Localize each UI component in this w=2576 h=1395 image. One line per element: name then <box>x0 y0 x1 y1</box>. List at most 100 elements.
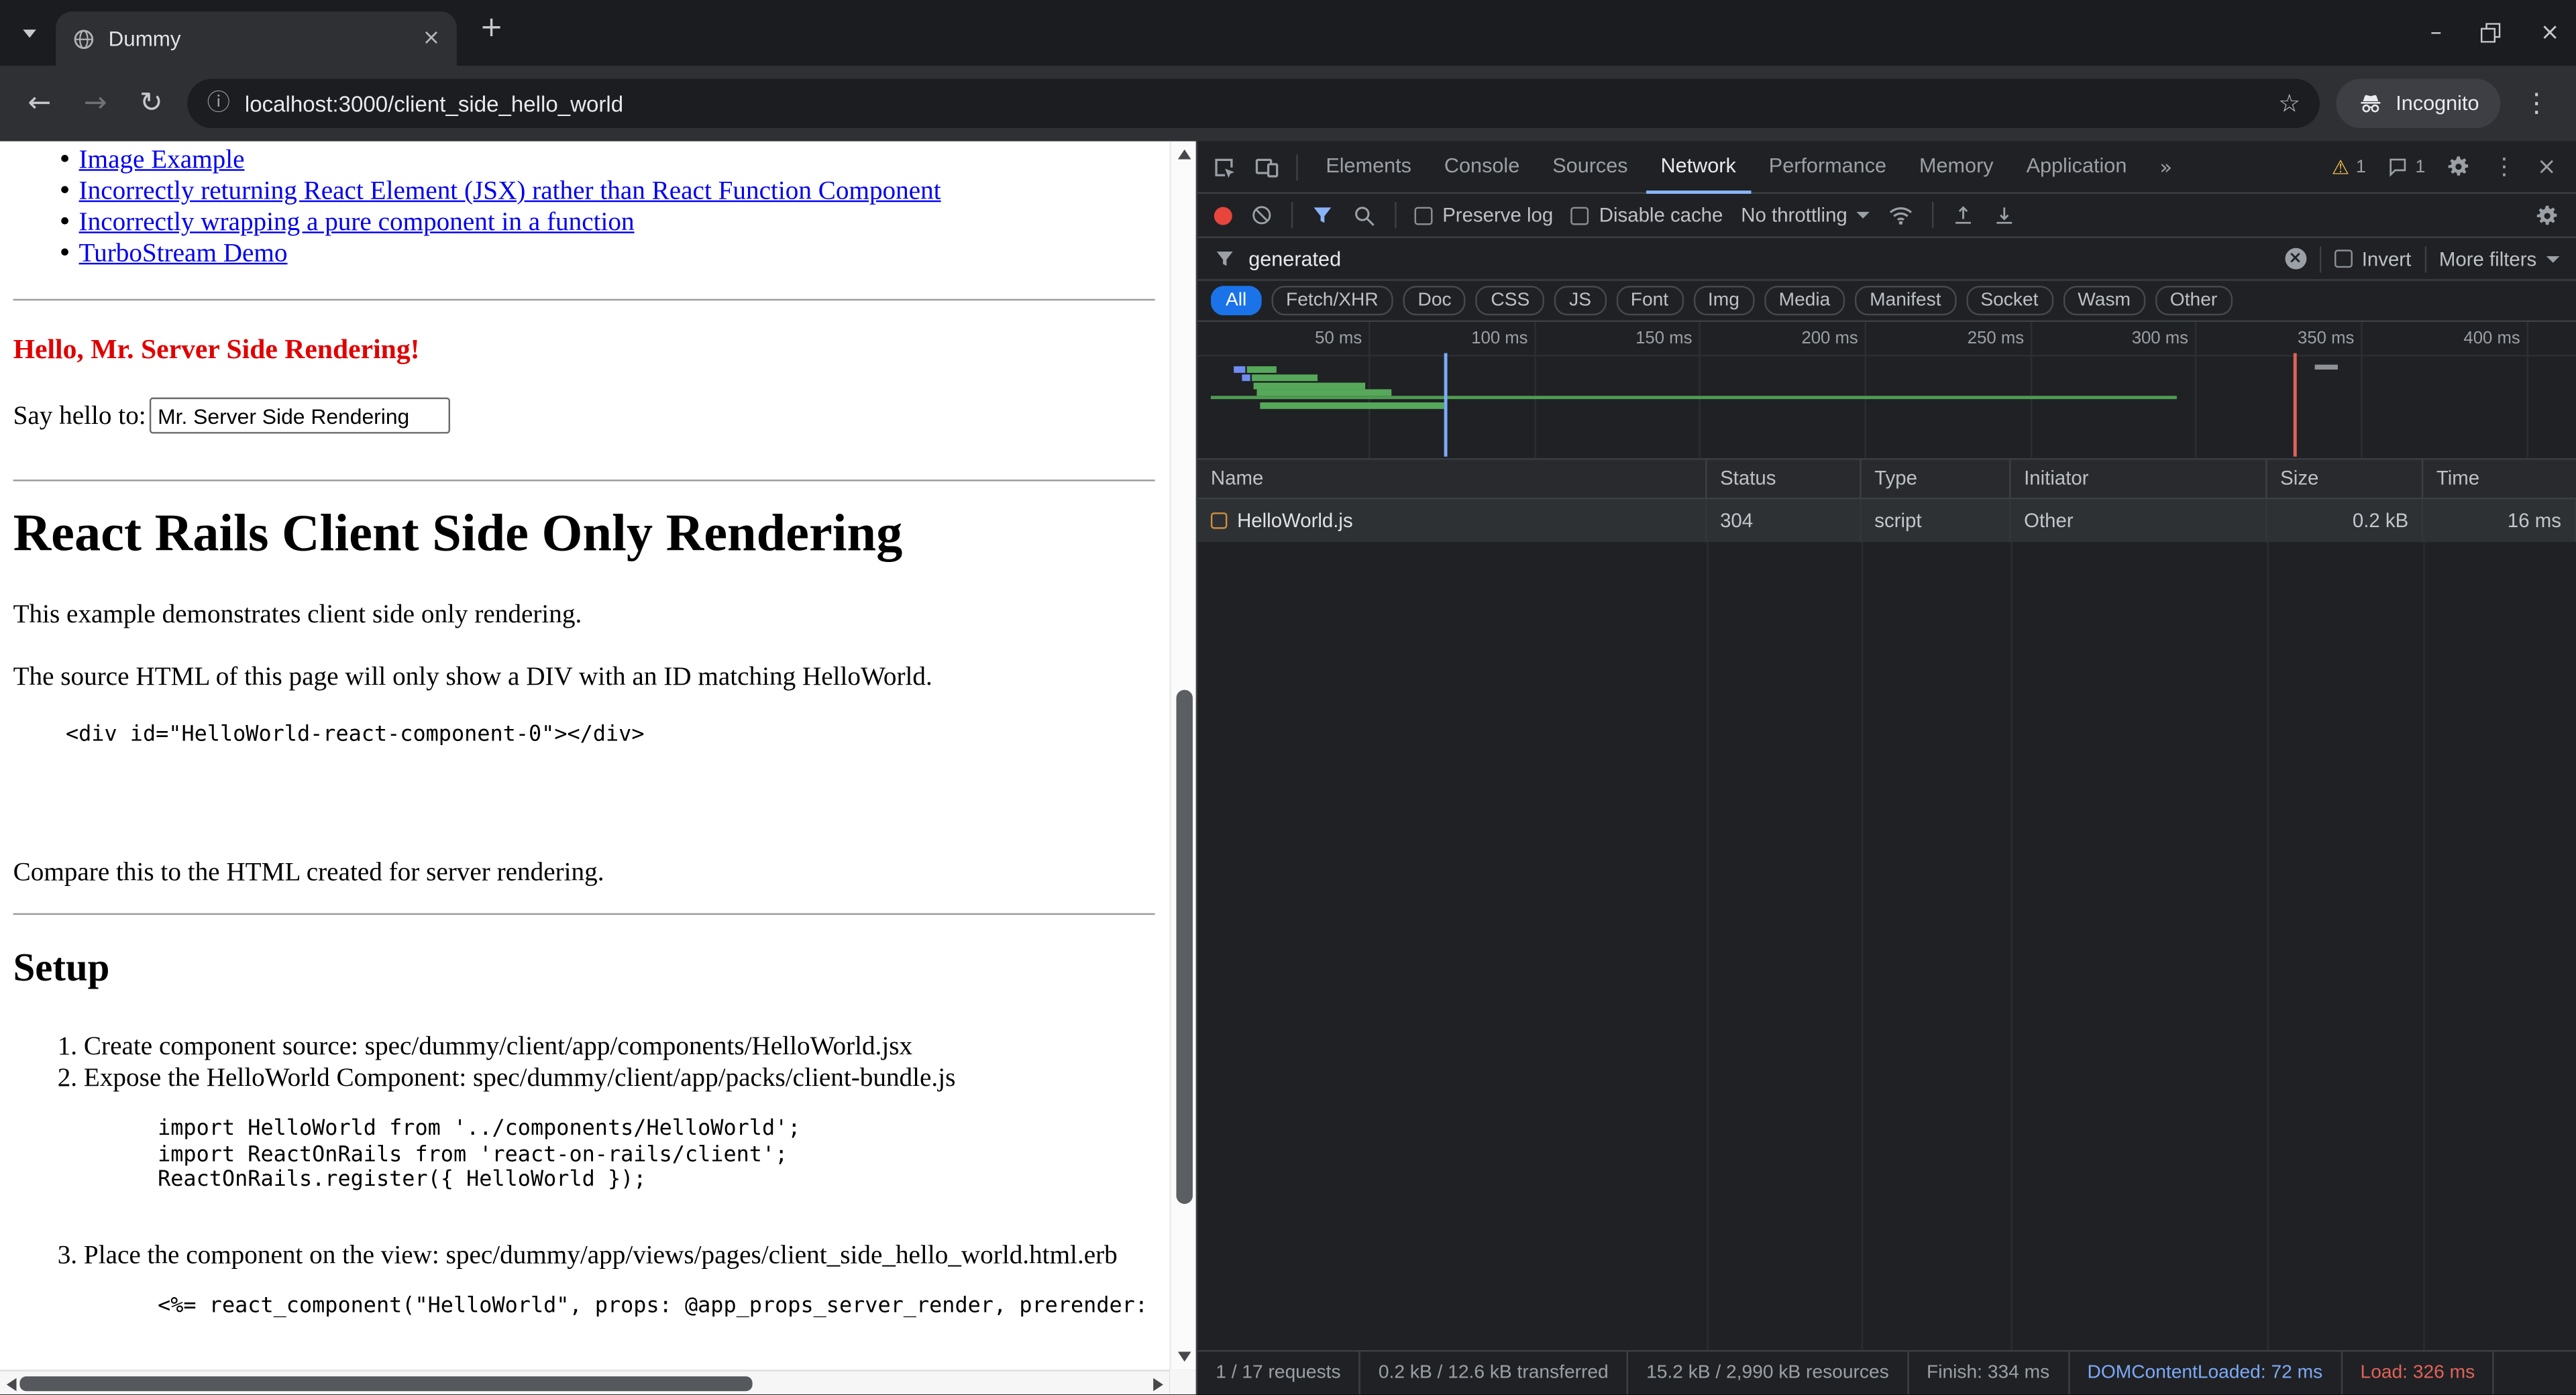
back-button[interactable]: ← <box>19 89 59 117</box>
incognito-icon <box>2358 91 2384 117</box>
page-link[interactable]: Incorrectly returning React Element (JSX… <box>79 177 941 207</box>
scroll-left-arrow[interactable] <box>7 1378 17 1392</box>
request-status: 304 <box>1707 499 1861 542</box>
network-settings-button[interactable] <box>2535 203 2560 227</box>
filter-chip-css[interactable]: CSS <box>1476 286 1544 315</box>
filter-chip-manifest[interactable]: Manifest <box>1855 286 1956 315</box>
waterfall-bar <box>1234 366 1245 373</box>
warning-badge[interactable]: ⚠ 1 <box>2332 157 2366 176</box>
device-toolbar-button[interactable] <box>1254 154 1280 180</box>
requests-table-header: Name Status Type Initiator Size Time <box>1197 460 2576 500</box>
tab-close-button[interactable]: × <box>423 28 441 50</box>
filter-chip-img[interactable]: Img <box>1693 286 1754 315</box>
horizontal-scrollbar-thumb[interactable] <box>19 1376 752 1391</box>
column-header-initiator[interactable]: Initiator <box>2011 459 2267 498</box>
devtools-settings-button[interactable] <box>2447 154 2471 179</box>
network-conditions-button[interactable] <box>1888 202 1915 228</box>
inspect-element-button[interactable] <box>1211 154 1237 180</box>
tab-console[interactable]: Console <box>1430 140 1534 192</box>
page-info-icon[interactable]: ⓘ <box>207 92 230 115</box>
address-bar[interactable]: ⓘ localhost:3000/client_side_hello_world… <box>187 79 2320 128</box>
more-tabs-button[interactable]: » <box>2145 140 2187 192</box>
filter-chip-socket[interactable]: Socket <box>1966 286 2053 315</box>
domcontentloaded-time: DOMContentLoaded: 72 ms <box>2070 1352 2343 1395</box>
waterfall-bar <box>1252 374 1318 381</box>
paragraph: The source HTML of this page will only s… <box>13 663 932 693</box>
scroll-up-arrow[interactable] <box>1178 150 1191 160</box>
list-bullet: • <box>58 210 72 235</box>
filter-funnel-icon <box>1214 248 1236 270</box>
restore-button[interactable] <box>2481 23 2501 42</box>
column-header-time[interactable]: Time <box>2423 459 2576 498</box>
clear-button[interactable] <box>1250 204 1273 227</box>
incognito-label: Incognito <box>2396 92 2479 115</box>
record-button[interactable] <box>1214 206 1232 224</box>
page-link[interactable]: Incorrectly wrapping a pure component in… <box>79 209 635 238</box>
vertical-scrollbar[interactable] <box>1170 142 1196 1370</box>
scroll-down-arrow[interactable] <box>1178 1352 1191 1362</box>
checkbox-icon <box>1415 206 1433 224</box>
filter-chip-other[interactable]: Other <box>2155 286 2233 315</box>
column-header-name[interactable]: Name <box>1197 459 1707 498</box>
web-page: • Image Example • Incorrectly returning … <box>0 142 1170 1370</box>
network-request-row[interactable]: HelloWorld.js 304 script Other 0.2 kB 16… <box>1197 499 2576 542</box>
load-time: Load: 326 ms <box>2343 1352 2495 1395</box>
import-har-button[interactable] <box>1952 204 1975 227</box>
reload-button[interactable]: ↻ <box>131 89 171 117</box>
filter-chip-js[interactable]: JS <box>1554 286 1606 315</box>
scroll-right-arrow[interactable] <box>1153 1378 1163 1392</box>
bookmark-star-icon[interactable]: ☆ <box>2278 91 2300 116</box>
say-hello-input[interactable] <box>150 398 450 434</box>
throttling-select[interactable]: No throttling <box>1741 204 1870 227</box>
network-overview-waterfall[interactable]: 50 ms 100 ms 150 ms 200 ms 250 ms 300 ms… <box>1197 322 2576 460</box>
window-close-button[interactable]: × <box>2540 21 2560 44</box>
filter-chip-font[interactable]: Font <box>1616 286 1683 315</box>
filter-input[interactable]: generated × <box>1248 242 2306 275</box>
preserve-log-checkbox[interactable]: Preserve log <box>1415 204 1554 227</box>
tab-search-button[interactable] <box>13 16 46 49</box>
filter-clear-button[interactable]: × <box>2285 248 2306 270</box>
filter-toggle-button[interactable] <box>1311 204 1334 227</box>
requests-summary: 1 / 17 requests <box>1197 1352 1360 1395</box>
waterfall-bar <box>1256 389 1391 396</box>
setup-step: 3. Place the component on the view: spec… <box>54 1241 1118 1271</box>
browser-tab[interactable]: Dummy × <box>56 11 457 66</box>
column-header-size[interactable]: Size <box>2267 459 2424 498</box>
page-link[interactable]: TurboStream Demo <box>79 240 288 270</box>
devtools-menu-button[interactable]: ⋮ <box>2493 155 2516 178</box>
tab-memory[interactable]: Memory <box>1904 140 2008 192</box>
chevron-down-icon <box>1857 212 1870 219</box>
browser-menu-button[interactable]: ⋮ <box>2517 91 2557 117</box>
tab-sources[interactable]: Sources <box>1538 140 1642 192</box>
devtools-close-button[interactable]: × <box>2537 155 2557 178</box>
filter-chip-doc[interactable]: Doc <box>1403 286 1466 315</box>
divider <box>2424 245 2426 272</box>
tab-network[interactable]: Network <box>1646 140 1750 192</box>
filter-chip-media[interactable]: Media <box>1764 286 1845 315</box>
column-divider <box>1707 499 1708 1350</box>
vertical-scrollbar-thumb[interactable] <box>1176 690 1192 1205</box>
search-icon[interactable] <box>1352 203 1377 227</box>
minimize-button[interactable]: – <box>2430 21 2442 44</box>
page-link[interactable]: Image Example <box>79 146 245 176</box>
column-header-type[interactable]: Type <box>1862 459 2011 498</box>
console-message-badge[interactable]: 1 <box>2387 156 2426 178</box>
tab-application[interactable]: Application <box>2012 140 2142 192</box>
column-divider <box>2423 499 2424 1350</box>
ruler-label: 100 ms <box>1433 329 1528 348</box>
more-filters-button[interactable]: More filters <box>2439 247 2560 270</box>
horizontal-scrollbar[interactable] <box>0 1370 1170 1394</box>
new-tab-button[interactable]: + <box>480 15 503 43</box>
divider <box>13 299 1155 300</box>
window-controls: – × <box>2430 0 2560 66</box>
forward-button[interactable]: → <box>76 89 115 117</box>
tab-elements[interactable]: Elements <box>1311 140 1426 192</box>
tab-performance[interactable]: Performance <box>1754 140 1901 192</box>
filter-chip-wasm[interactable]: Wasm <box>2063 286 2145 315</box>
filter-chip-fetch-xhr[interactable]: Fetch/XHR <box>1271 286 1393 315</box>
filter-chip-all[interactable]: All <box>1211 286 1261 315</box>
disable-cache-checkbox[interactable]: Disable cache <box>1571 204 1723 227</box>
invert-checkbox[interactable]: Invert <box>2334 247 2411 270</box>
column-header-status[interactable]: Status <box>1707 459 1861 498</box>
export-har-button[interactable] <box>1994 204 2017 227</box>
